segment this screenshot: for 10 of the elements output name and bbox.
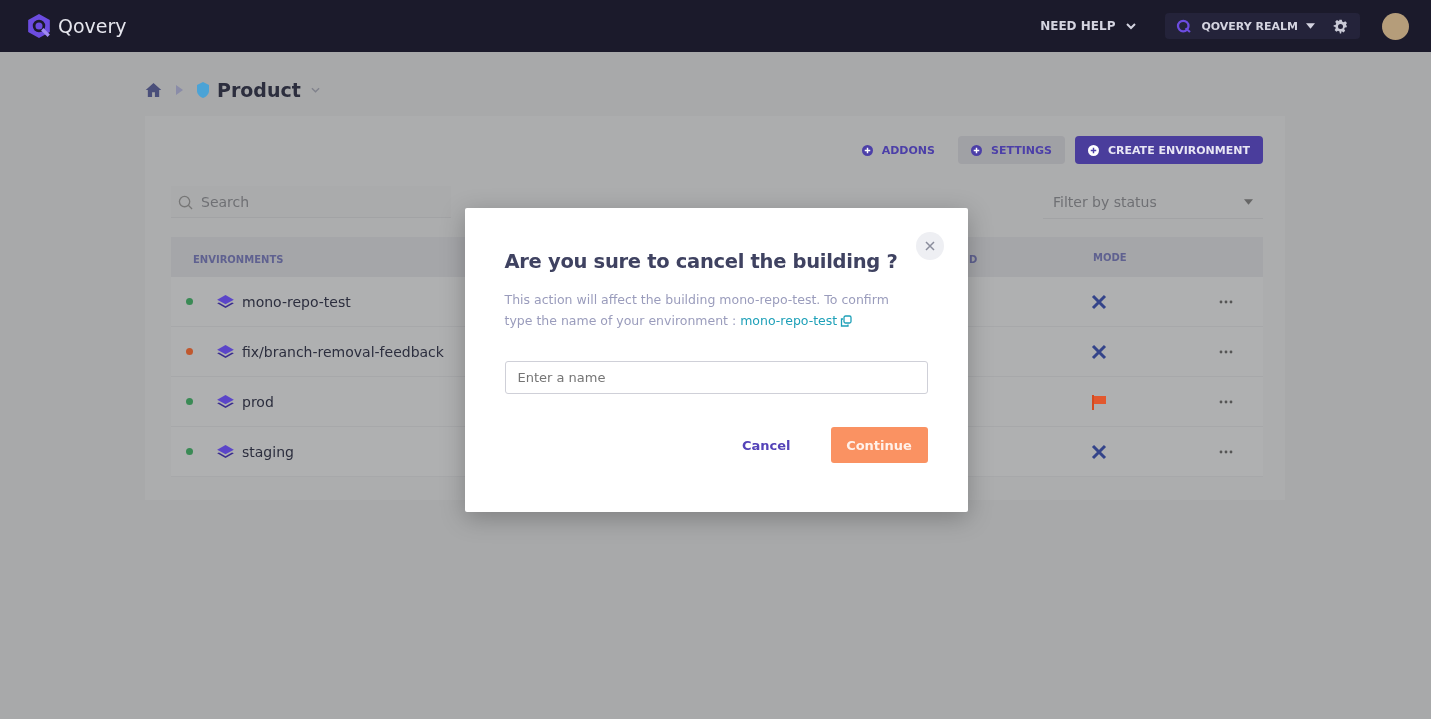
column-header: ENVIRONMENTS (193, 253, 284, 265)
column-header: MODE (1093, 251, 1127, 263)
column-header: D (969, 253, 978, 265)
dialog-title: Are you sure to cancel the building ? (504, 250, 899, 273)
environment-name: prod (242, 393, 274, 410)
logo-text: Qovery (58, 15, 127, 37)
dialog-message: This action will affect the building mono-repo-test. To confirm type the name of your environment : mono-repo-test (504, 289, 905, 331)
environment-name: staging (242, 443, 294, 460)
environment-name: mono-repo-test (242, 293, 351, 310)
environment-name: fix/branch-removal-feedback (242, 343, 444, 360)
